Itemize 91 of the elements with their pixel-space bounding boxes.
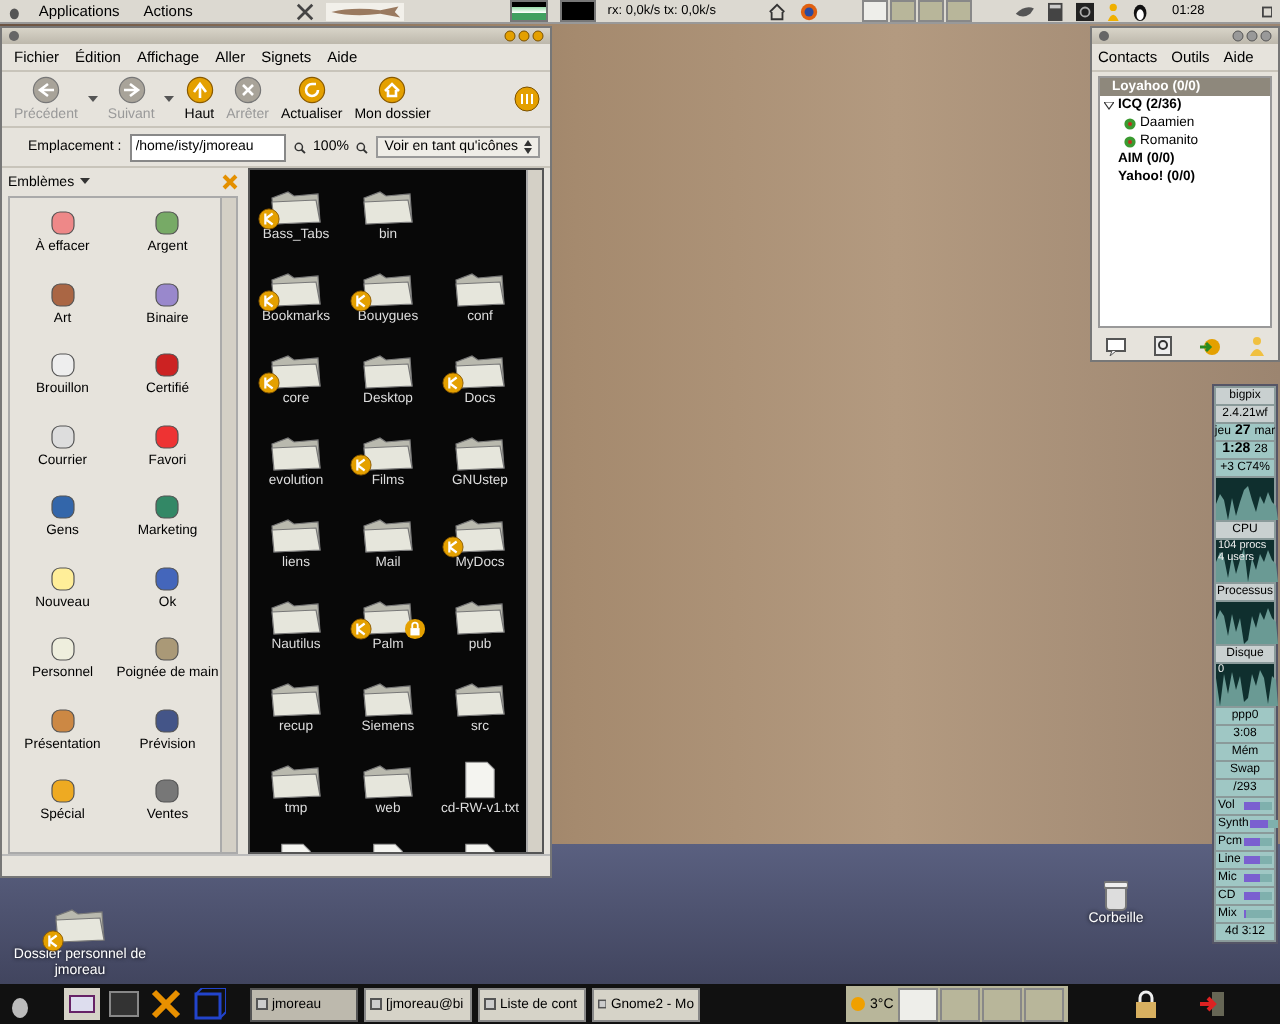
- volume-marker[interactable]: [1244, 856, 1261, 864]
- emblem-icon[interactable]: [154, 707, 181, 733]
- emblem-icon[interactable]: [154, 778, 181, 804]
- home-icon[interactable]: [768, 1, 788, 21]
- folder-icon[interactable]: [454, 436, 506, 472]
- trash-icon[interactable]: [1104, 880, 1128, 912]
- folder-icon[interactable]: [362, 682, 414, 718]
- home-icon: [378, 76, 407, 104]
- emblem-icon[interactable]: [49, 423, 76, 449]
- folder-icon[interactable]: [362, 272, 414, 308]
- folder-icon[interactable]: [454, 272, 506, 308]
- folder-icon[interactable]: [454, 682, 506, 718]
- emblem-icon[interactable]: [154, 352, 181, 378]
- folder-icon[interactable]: [270, 600, 322, 636]
- mail-icon[interactable]: [64, 988, 100, 1020]
- scrollbar[interactable]: [220, 198, 236, 852]
- document-icon[interactable]: [464, 760, 496, 800]
- message-icon[interactable]: [1105, 337, 1126, 355]
- emblem-icon[interactable]: [49, 707, 76, 733]
- zoom-out-icon[interactable]: [293, 139, 306, 155]
- scrollbar[interactable]: [526, 170, 542, 852]
- calculator-icon[interactable]: [1048, 1, 1064, 21]
- emblem-icon[interactable]: [154, 565, 181, 591]
- window-icon: [484, 998, 496, 1010]
- emblem-icon[interactable]: [154, 423, 181, 449]
- emblem-icon[interactable]: [49, 565, 76, 591]
- updown-icon: [524, 140, 532, 154]
- emblem-icon[interactable]: [49, 778, 76, 804]
- up-icon: [185, 76, 214, 104]
- window-icon: [598, 998, 607, 1010]
- caret-icon[interactable]: [87, 95, 98, 103]
- folder-icon[interactable]: [270, 682, 322, 718]
- sun-icon: [850, 996, 866, 1012]
- cross-icon[interactable]: [148, 988, 184, 1020]
- window-menu-icon[interactable]: [1098, 30, 1110, 42]
- emblem-icon[interactable]: [154, 636, 181, 662]
- window-icon: [256, 998, 268, 1010]
- folder-icon[interactable]: [270, 436, 322, 472]
- zoom-in-icon[interactable]: [356, 139, 369, 155]
- folder-icon[interactable]: [270, 272, 322, 308]
- window-icon: [370, 998, 382, 1010]
- folder-icon[interactable]: [362, 518, 414, 554]
- folder-icon[interactable]: [362, 764, 414, 800]
- add-contact-icon[interactable]: [1198, 337, 1223, 355]
- workspace[interactable]: [862, 0, 889, 22]
- emblem-icon[interactable]: [49, 210, 76, 236]
- search-icon[interactable]: [1153, 336, 1172, 356]
- folder-icon[interactable]: [454, 354, 506, 390]
- folder-icon[interactable]: [270, 518, 322, 554]
- emblem-icon[interactable]: [49, 494, 76, 520]
- volume-marker[interactable]: [1244, 838, 1261, 846]
- terminal-icon[interactable]: [1075, 1, 1094, 21]
- folder-icon[interactable]: [270, 764, 322, 800]
- emblem-icon[interactable]: [154, 210, 181, 236]
- expander-icon[interactable]: [1104, 101, 1114, 109]
- folder-icon[interactable]: [362, 354, 414, 390]
- forward-icon: [117, 76, 146, 104]
- emblem-icon[interactable]: [49, 636, 76, 662]
- reload-icon: [297, 76, 326, 104]
- caret-icon: [80, 178, 91, 186]
- shark-drawing[interactable]: [325, 1, 405, 21]
- volume-marker[interactable]: [1244, 910, 1246, 918]
- volume-marker[interactable]: [1244, 874, 1261, 882]
- back-icon: [31, 76, 60, 104]
- folder-icon[interactable]: [270, 190, 322, 226]
- emblem-icon[interactable]: [154, 281, 181, 307]
- load-graph: [510, 0, 547, 22]
- emblem-icon[interactable]: [49, 352, 76, 378]
- caret-icon[interactable]: [164, 95, 175, 103]
- folder-icon[interactable]: [454, 518, 506, 554]
- menu-icon[interactable]: [1261, 5, 1272, 17]
- penguin-icon[interactable]: [1131, 1, 1148, 21]
- globe-icon[interactable]: [799, 1, 818, 21]
- emblem-icon[interactable]: [49, 281, 76, 307]
- volume-marker[interactable]: [1244, 802, 1261, 810]
- emblem-badge-icon: [42, 930, 64, 952]
- folder-icon[interactable]: [454, 600, 506, 636]
- lock-icon[interactable]: [1134, 990, 1158, 1018]
- workspace[interactable]: [897, 987, 938, 1021]
- emblem-icon[interactable]: [154, 494, 181, 520]
- load-graph: [559, 0, 596, 22]
- folder-icon[interactable]: [270, 354, 322, 390]
- logout-icon[interactable]: [1198, 990, 1226, 1018]
- folder-icon[interactable]: [362, 436, 414, 472]
- window-menu-icon[interactable]: [8, 30, 20, 42]
- tools-icon[interactable]: [295, 1, 314, 21]
- terminal-icon[interactable]: [106, 988, 142, 1020]
- volume-marker[interactable]: [1250, 820, 1268, 828]
- stop-icon: [233, 76, 262, 104]
- folder-icon[interactable]: [362, 190, 414, 226]
- volume-marker[interactable]: [1244, 892, 1261, 900]
